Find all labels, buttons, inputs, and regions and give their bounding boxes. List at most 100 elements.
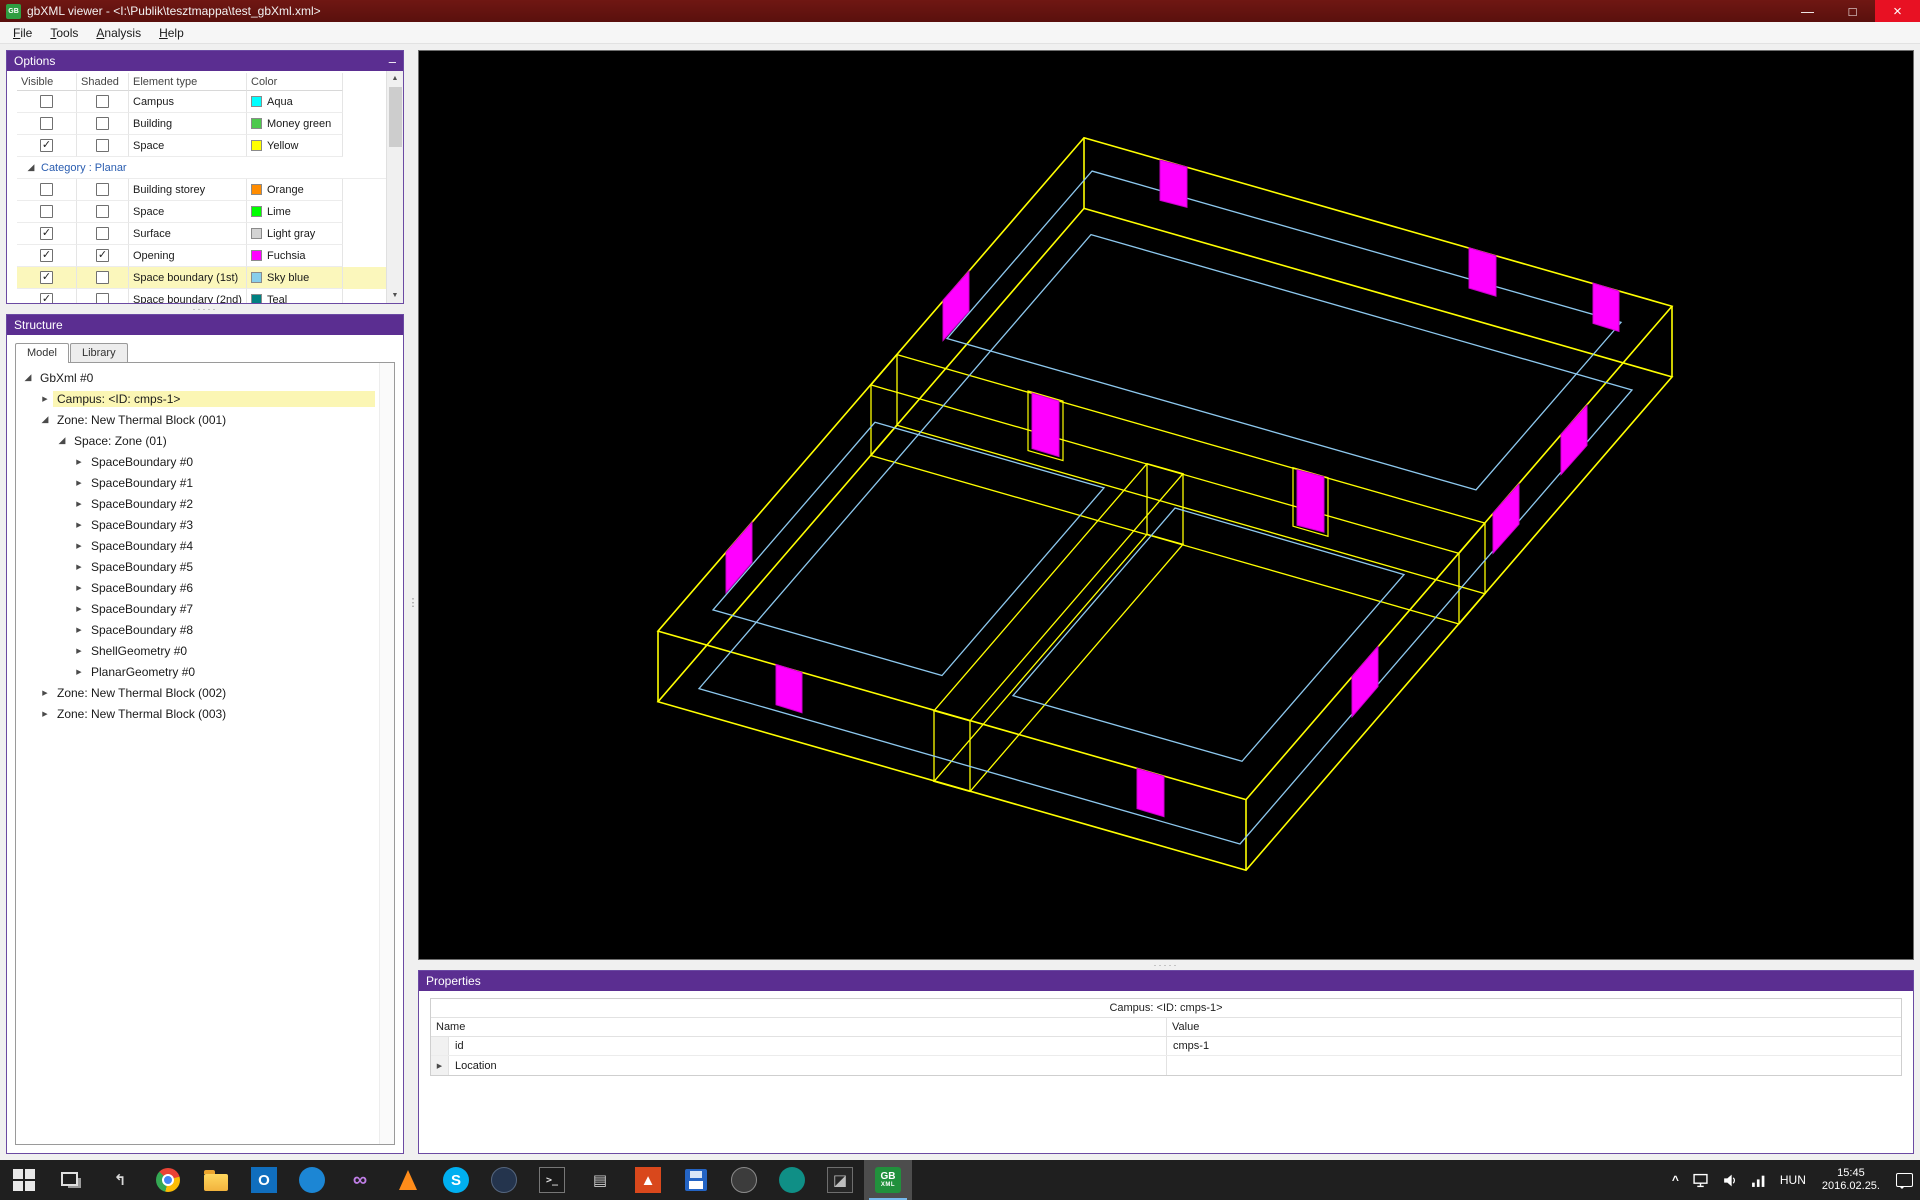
visible-checkbox[interactable]: ✓ <box>40 293 53 303</box>
app-layers[interactable]: ▤ <box>576 1160 624 1200</box>
maximize-button[interactable]: □ <box>1830 0 1875 22</box>
expander-icon[interactable]: ▶ <box>73 542 85 550</box>
tree-item-spaceboundary-3[interactable]: ▶ SpaceBoundary #3 <box>16 514 379 535</box>
visible-checkbox[interactable] <box>40 95 53 108</box>
options-row-space-boundary-2nd[interactable]: ✓ Space boundary (2nd) Teal <box>17 289 386 303</box>
tree-item-spaceboundary-4[interactable]: ▶ SpaceBoundary #4 <box>16 535 379 556</box>
menu-item-file[interactable]: File <box>4 22 41 43</box>
visible-checkbox[interactable] <box>40 205 53 218</box>
visible-checkbox[interactable]: ✓ <box>40 271 53 284</box>
options-row-surface[interactable]: ✓ Surface Light gray <box>17 223 386 245</box>
expander-icon[interactable]: ◢ <box>25 162 37 173</box>
tree-item-shellgeometry-0[interactable]: ▶ ShellGeometry #0 <box>16 640 379 661</box>
options-row-space[interactable]: Space Lime <box>17 201 386 223</box>
expander-icon[interactable]: ▶ <box>73 668 85 676</box>
options-category-row[interactable]: ◢ Category : Planar <box>17 157 386 179</box>
app-photos[interactable]: ◪ <box>816 1160 864 1200</box>
close-button[interactable]: × <box>1875 0 1920 22</box>
visible-checkbox[interactable]: ✓ <box>40 249 53 262</box>
expander-icon[interactable]: ▶ <box>73 584 85 592</box>
minimize-button[interactable]: — <box>1785 0 1830 22</box>
app-browser[interactable] <box>288 1160 336 1200</box>
tab-model[interactable]: Model <box>15 343 69 363</box>
tree-item-spaceboundary-1[interactable]: ▶ SpaceBoundary #1 <box>16 472 379 493</box>
property-row-id[interactable]: id cmps-1 <box>431 1037 1901 1056</box>
expander-icon[interactable]: ◢ <box>22 372 34 383</box>
viewport-3d[interactable] <box>418 50 1914 960</box>
tray-network-button[interactable] <box>1744 1160 1773 1200</box>
app-chrome[interactable] <box>144 1160 192 1200</box>
app-skype[interactable]: S <box>432 1160 480 1200</box>
taskbar-clock[interactable]: 15:45 2016.02.25. <box>1813 1160 1889 1200</box>
app-dark-disc[interactable] <box>720 1160 768 1200</box>
scroll-down-icon[interactable]: ▼ <box>387 288 403 303</box>
app-media[interactable]: ↰ <box>96 1160 144 1200</box>
property-row-location[interactable]: ▶ Location <box>431 1056 1901 1075</box>
tray-display-icon[interactable] <box>1686 1160 1715 1200</box>
scrollbar-thumb[interactable] <box>388 87 402 147</box>
shaded-checkbox[interactable] <box>96 227 109 240</box>
options-row-opening[interactable]: ✓ ✓ Opening Fuchsia <box>17 245 386 267</box>
options-scrollbar[interactable]: ▲ ▼ <box>386 71 403 303</box>
tray-volume-button[interactable] <box>1715 1160 1744 1200</box>
tree-item-spaceboundary-0[interactable]: ▶ SpaceBoundary #0 <box>16 451 379 472</box>
expander-icon[interactable]: ▶ <box>73 563 85 571</box>
expander-icon[interactable]: ▶ <box>431 1056 449 1075</box>
tree-item-campus-id-cmps-1[interactable]: ▶ Campus: <ID: cmps-1> <box>16 388 379 409</box>
expander-icon[interactable]: ▶ <box>39 710 51 718</box>
shaded-checkbox[interactable] <box>96 271 109 284</box>
options-row-space[interactable]: ✓ Space Yellow <box>17 135 386 157</box>
notification-center-button[interactable] <box>1889 1160 1920 1200</box>
expander-icon[interactable]: ▶ <box>73 521 85 529</box>
hidden-icons-button[interactable]: ^ <box>1665 1160 1686 1200</box>
app-save-tool[interactable] <box>672 1160 720 1200</box>
options-row-space-boundary-1st[interactable]: ✓ Space boundary (1st) Sky blue <box>17 267 386 289</box>
visible-checkbox[interactable] <box>40 183 53 196</box>
expander-icon[interactable]: ▶ <box>39 689 51 697</box>
options-structure-splitter[interactable] <box>6 304 404 314</box>
shaded-checkbox[interactable] <box>96 117 109 130</box>
visible-checkbox[interactable] <box>40 117 53 130</box>
shaded-checkbox[interactable] <box>96 205 109 218</box>
start-button[interactable] <box>0 1160 48 1200</box>
tree-item-spaceboundary-5[interactable]: ▶ SpaceBoundary #5 <box>16 556 379 577</box>
structure-tree-scrollbar[interactable] <box>379 363 394 1144</box>
shaded-checkbox[interactable]: ✓ <box>96 249 109 262</box>
menu-item-tools[interactable]: Tools <box>41 22 87 43</box>
app-gbxml-viewer[interactable]: GB XML <box>864 1160 912 1200</box>
expander-icon[interactable]: ▶ <box>73 626 85 634</box>
expander-icon[interactable]: ▶ <box>73 605 85 613</box>
expander-icon[interactable]: ▶ <box>73 479 85 487</box>
left-right-splitter[interactable] <box>408 44 418 1160</box>
app-file-explorer[interactable] <box>192 1160 240 1200</box>
language-indicator[interactable]: HUN <box>1773 1160 1813 1200</box>
tab-library[interactable]: Library <box>69 343 128 362</box>
tree-item-zone-new-thermal-block-001[interactable]: ◢ Zone: New Thermal Block (001) <box>16 409 379 430</box>
app-visual-studio[interactable]: ∞ <box>336 1160 384 1200</box>
building-model-canvas[interactable] <box>419 51 1913 959</box>
tree-item-spaceboundary-6[interactable]: ▶ SpaceBoundary #6 <box>16 577 379 598</box>
viewport-properties-splitter[interactable] <box>418 960 1914 970</box>
app-terminal[interactable]: >_ <box>528 1160 576 1200</box>
shaded-checkbox[interactable] <box>96 95 109 108</box>
tree-item-spaceboundary-7[interactable]: ▶ SpaceBoundary #7 <box>16 598 379 619</box>
expander-icon[interactable]: ◢ <box>39 414 51 425</box>
tree-item-planargeometry-0[interactable]: ▶ PlanarGeometry #0 <box>16 661 379 682</box>
app-outlook[interactable]: O <box>240 1160 288 1200</box>
task-view-button[interactable] <box>48 1160 96 1200</box>
tree-item-space-zone-01[interactable]: ◢ Space: Zone (01) <box>16 430 379 451</box>
menu-item-analysis[interactable]: Analysis <box>87 22 150 43</box>
expander-icon[interactable]: ▶ <box>73 458 85 466</box>
tree-item-zone-new-thermal-block-003[interactable]: ▶ Zone: New Thermal Block (003) <box>16 703 379 724</box>
options-row-building-storey[interactable]: Building storey Orange <box>17 179 386 201</box>
tree-item-gbxml-0[interactable]: ◢ GbXml #0 <box>16 367 379 388</box>
scroll-up-icon[interactable]: ▲ <box>387 71 403 86</box>
tree-item-spaceboundary-2[interactable]: ▶ SpaceBoundary #2 <box>16 493 379 514</box>
expander-icon[interactable]: ◢ <box>56 435 68 446</box>
menu-item-help[interactable]: Help <box>150 22 193 43</box>
shaded-checkbox[interactable] <box>96 183 109 196</box>
expander-icon[interactable]: ▶ <box>39 395 51 403</box>
shaded-checkbox[interactable] <box>96 293 109 303</box>
visible-checkbox[interactable]: ✓ <box>40 139 53 152</box>
expander-icon[interactable]: ▶ <box>73 647 85 655</box>
